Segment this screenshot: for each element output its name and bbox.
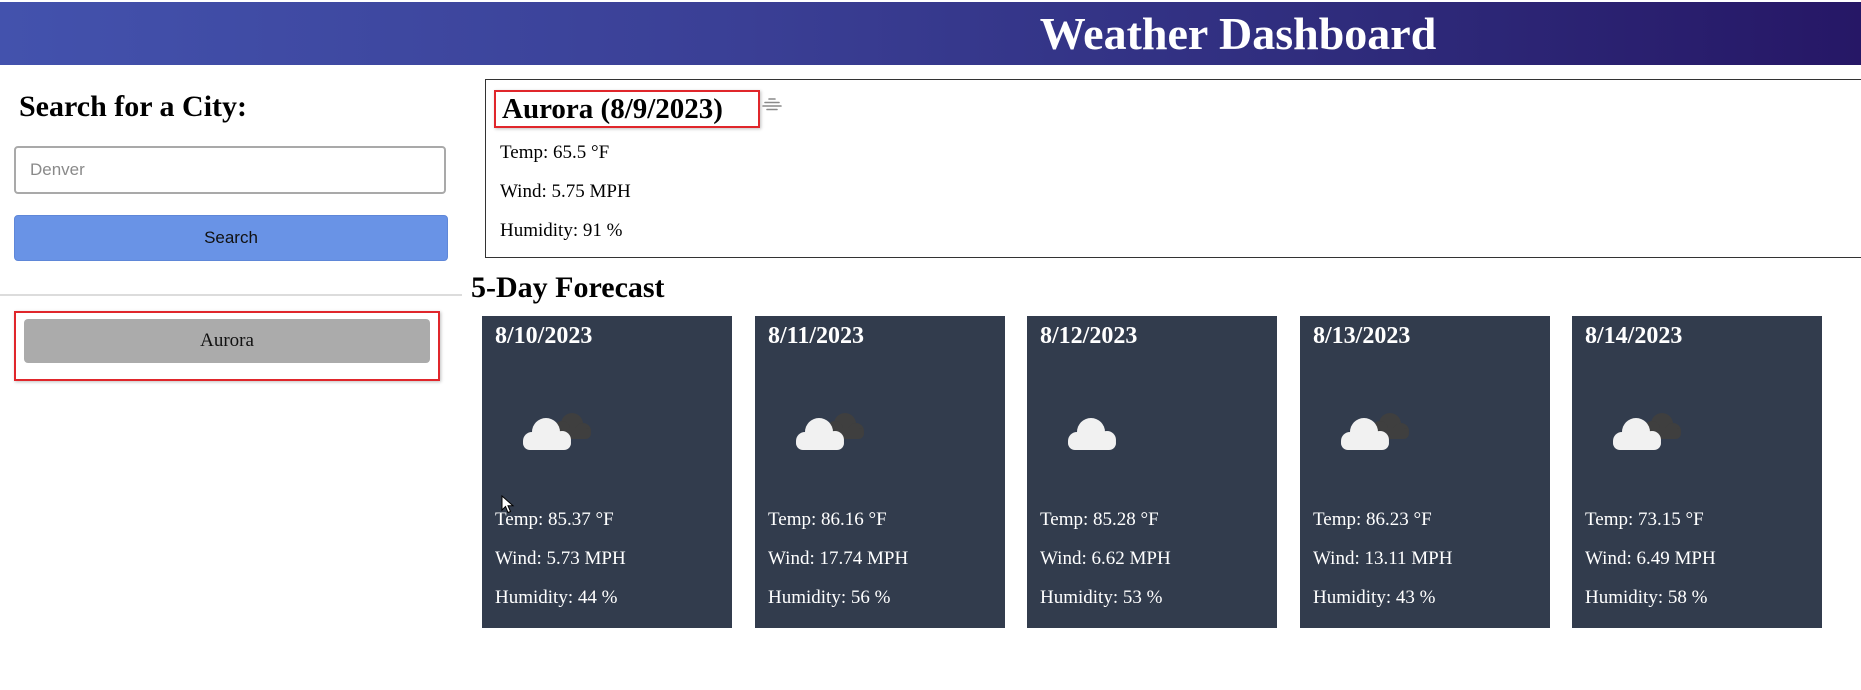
forecast-humidity: Humidity: 56 %: [768, 587, 891, 608]
broken-clouds-icon: [523, 413, 591, 450]
current-humidity: Humidity: 91 %: [500, 220, 623, 241]
current-city-title: Aurora (8/9/2023): [502, 93, 723, 125]
forecast-humidity: Humidity: 58 %: [1585, 587, 1708, 608]
current-temp: Temp: 65.5 °F: [500, 142, 610, 163]
sidebar: Search for a City: Search Aurora: [0, 65, 462, 690]
broken-clouds-icon: [1613, 413, 1681, 450]
broken-clouds-icon: [796, 413, 864, 450]
forecast-card: 8/14/2023 Temp: 73.15 °F Wind: 6.49 MPH …: [1572, 316, 1822, 628]
current-weather-card: Aurora (8/9/2023) Temp: 65.5 °F Wind: 5.…: [485, 79, 1861, 258]
history-city-button[interactable]: Aurora: [24, 319, 430, 363]
page-title: Weather Dashboard: [1039, 8, 1437, 59]
search-button[interactable]: Search: [14, 215, 448, 261]
forecast-humidity: Humidity: 53 %: [1040, 587, 1163, 608]
current-wind: Wind: 5.75 MPH: [500, 181, 631, 202]
forecast-temp: Temp: 86.16 °F: [768, 509, 887, 530]
cloud-icon: [1068, 418, 1116, 450]
forecast-temp: Temp: 85.28 °F: [1040, 509, 1159, 530]
city-title-highlight: Aurora (8/9/2023): [494, 90, 760, 128]
broken-clouds-icon: [1341, 413, 1409, 450]
forecast-wind: Wind: 17.74 MPH: [768, 548, 909, 569]
forecast-card: 8/12/2023 Temp: 85.28 °F Wind: 6.62 MPH …: [1027, 316, 1277, 628]
forecast-date: 8/14/2023: [1585, 323, 1683, 349]
haze-icon: [762, 98, 782, 111]
forecast-date: 8/10/2023: [495, 323, 593, 349]
search-history-list: Aurora: [14, 311, 440, 381]
forecast-card: 8/13/2023 Temp: 86.23 °F Wind: 13.11 MPH…: [1300, 316, 1550, 628]
forecast-card: 8/10/2023 Temp: 85.37 °F Wind: 5.73 MPH …: [482, 316, 732, 628]
forecast-heading: 5-Day Forecast: [471, 271, 665, 304]
forecast-wind: Wind: 5.73 MPH: [495, 548, 626, 569]
forecast-humidity: Humidity: 44 %: [495, 587, 618, 608]
mouse-cursor-icon: [501, 495, 515, 514]
forecast-temp: Temp: 73.15 °F: [1585, 509, 1704, 530]
forecast-humidity: Humidity: 43 %: [1313, 587, 1436, 608]
sidebar-divider: [0, 294, 462, 296]
forecast-wind: Wind: 6.49 MPH: [1585, 548, 1716, 569]
forecast-wind: Wind: 13.11 MPH: [1313, 548, 1453, 569]
forecast-wind: Wind: 6.62 MPH: [1040, 548, 1171, 569]
forecast-date: 8/12/2023: [1040, 323, 1138, 349]
header-bar: Weather Dashboard: [0, 2, 1861, 65]
forecast-date: 8/11/2023: [768, 323, 865, 349]
forecast-temp: Temp: 86.23 °F: [1313, 509, 1432, 530]
forecast-card: 8/11/2023 Temp: 86.16 °F Wind: 17.74 MPH…: [755, 316, 1005, 628]
search-heading: Search for a City:: [19, 90, 248, 123]
city-search-input[interactable]: [14, 146, 446, 194]
forecast-date: 8/13/2023: [1313, 323, 1411, 349]
